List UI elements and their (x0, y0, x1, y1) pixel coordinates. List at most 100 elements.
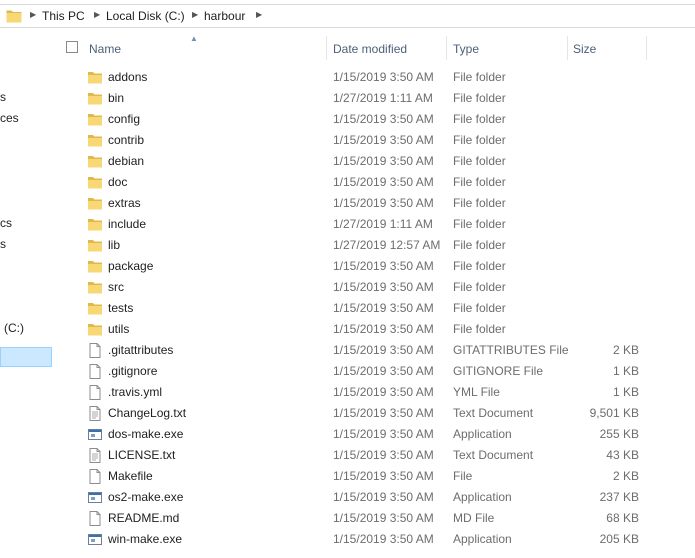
file-name: win-make.exe (108, 532, 183, 546)
file-type: File folder (453, 238, 506, 252)
file-date-modified: 1/15/2019 3:50 AM (333, 343, 434, 357)
folder-icon (87, 112, 103, 127)
file-type: File folder (453, 112, 506, 126)
file-name: debian (108, 154, 145, 168)
application-icon (87, 490, 103, 505)
column-divider[interactable] (646, 36, 647, 60)
file-row[interactable]: .travis.yml 1/15/2019 3:50 AM YML File 1 KB (54, 382, 695, 403)
file-row[interactable]: addons 1/15/2019 3:50 AM File folder (54, 67, 695, 88)
file-type: File folder (453, 133, 506, 147)
column-header-name[interactable]: Name (89, 42, 121, 66)
file-row[interactable]: win-make.exe 1/15/2019 3:50 AM Application… (54, 529, 695, 550)
folder-icon (87, 70, 103, 85)
file-size: 1 KB (612, 385, 639, 399)
column-divider[interactable] (326, 36, 327, 60)
file-name: README.md (108, 511, 180, 525)
file-date-modified: 1/27/2019 12:57 AM (333, 238, 441, 252)
folder-icon (87, 238, 103, 253)
file-date-modified: 1/15/2019 3:50 AM (333, 280, 434, 294)
breadcrumb-separator[interactable]: ▶ (30, 10, 36, 19)
file-row[interactable]: .gitattributes 1/15/2019 3:50 AM GITATTRIB… (54, 340, 695, 361)
file-row[interactable]: tests 1/15/2019 3:50 AM File folder (54, 298, 695, 319)
file-size: 237 KB (599, 490, 639, 504)
file-row[interactable]: include 1/27/2019 1:11 AM File folder (54, 214, 695, 235)
file-name: include (108, 217, 147, 231)
file-name: lib (108, 238, 121, 252)
file-name: .travis.yml (108, 385, 162, 399)
column-divider[interactable] (446, 36, 447, 60)
breadcrumb-harbour[interactable]: harbour (204, 9, 245, 23)
breadcrumb-this-pc[interactable]: This PC (42, 9, 85, 23)
file-row[interactable]: os2-make.exe 1/15/2019 3:50 AM Application… (54, 487, 695, 508)
file-row[interactable]: ChangeLog.txt 1/15/2019 3:50 AM Text Docum… (54, 403, 695, 424)
file-type: Text Document (453, 406, 534, 420)
file-date-modified: 1/15/2019 3:50 AM (333, 301, 434, 315)
file-name: Makefile (108, 469, 153, 483)
file-type: File folder (453, 175, 506, 189)
file-row[interactable]: Makefile 1/15/2019 3:50 AM File 2 KB (54, 466, 695, 487)
file-date-modified: 1/15/2019 3:50 AM (333, 322, 434, 336)
navigation-pane[interactable]: s ces cs s (C:) (0, 28, 52, 558)
file-name: .gitignore (108, 364, 158, 378)
breadcrumb-separator[interactable]: ▶ (94, 10, 100, 19)
folder-icon (87, 133, 103, 148)
file-row[interactable]: dos-make.exe 1/15/2019 3:50 AM Application… (54, 424, 695, 445)
file-size: 2 KB (612, 469, 639, 483)
file-size: 2 KB (612, 343, 639, 357)
column-header-date-modified[interactable]: Date modified (333, 42, 407, 66)
file-type: GITATTRIBUTES File (453, 343, 569, 357)
file-type: File folder (453, 217, 506, 231)
file-row[interactable]: utils 1/15/2019 3:50 AM File folder (54, 319, 695, 340)
select-all-checkbox[interactable] (66, 41, 78, 53)
file-row[interactable]: src 1/15/2019 3:50 AM File folder (54, 277, 695, 298)
address-bar[interactable]: ▶ This PC ▶ Local Disk (C:) ▶ harbour ▶ (0, 4, 695, 28)
file-name: doc (108, 175, 128, 189)
column-divider[interactable] (567, 36, 568, 60)
file-row[interactable]: LICENSE.txt 1/15/2019 3:50 AM Text Documen… (54, 445, 695, 466)
nav-item-local-disk[interactable]: (C:) (4, 321, 24, 335)
file-icon (87, 469, 103, 484)
file-size: 43 KB (606, 448, 639, 462)
file-date-modified: 1/15/2019 3:50 AM (333, 175, 434, 189)
file-row[interactable]: config 1/15/2019 3:50 AM File folder (54, 109, 695, 130)
nav-item[interactable]: ces (0, 111, 19, 125)
text-file-icon (87, 448, 103, 463)
file-row[interactable]: README.md 1/15/2019 3:50 AM MD File 68 KB (54, 508, 695, 529)
file-name: bin (108, 91, 125, 105)
file-row[interactable]: contrib 1/15/2019 3:50 AM File folder (54, 130, 695, 151)
folder-icon (87, 91, 103, 106)
file-row[interactable]: package 1/15/2019 3:50 AM File folder (54, 256, 695, 277)
file-date-modified: 1/15/2019 3:50 AM (333, 469, 434, 483)
file-name: src (108, 280, 124, 294)
file-date-modified: 1/15/2019 3:50 AM (333, 154, 434, 168)
file-type: Application (453, 427, 512, 441)
file-row[interactable]: lib 1/27/2019 12:57 AM File folder (54, 235, 695, 256)
file-size: 205 KB (599, 532, 639, 546)
column-header-size[interactable]: Size (573, 42, 596, 66)
file-icon (87, 511, 103, 526)
nav-item[interactable]: cs (0, 216, 12, 230)
column-header-type[interactable]: Type (453, 42, 479, 66)
file-name: extras (108, 196, 141, 210)
folder-icon (87, 217, 103, 232)
file-size: 68 KB (606, 511, 639, 525)
file-type: File folder (453, 154, 506, 168)
breadcrumb-separator[interactable]: ▶ (192, 10, 198, 19)
file-type: YML File (453, 385, 500, 399)
breadcrumb-local-disk[interactable]: Local Disk (C:) (106, 9, 185, 23)
nav-item[interactable]: s (0, 90, 6, 104)
file-row[interactable]: bin 1/27/2019 1:11 AM File folder (54, 88, 695, 109)
file-row[interactable]: extras 1/15/2019 3:50 AM File folder (54, 193, 695, 214)
file-date-modified: 1/15/2019 3:50 AM (333, 196, 434, 210)
file-type: Text Document (453, 448, 534, 462)
file-date-modified: 1/15/2019 3:50 AM (333, 385, 434, 399)
file-type: Application (453, 532, 512, 546)
file-date-modified: 1/15/2019 3:50 AM (333, 532, 434, 546)
file-row[interactable]: doc 1/15/2019 3:50 AM File folder (54, 172, 695, 193)
folder-icon (87, 280, 103, 295)
file-row[interactable]: .gitignore 1/15/2019 3:50 AM GITIGNORE Fil… (54, 361, 695, 382)
breadcrumb-separator[interactable]: ▶ (256, 10, 262, 19)
file-date-modified: 1/15/2019 3:50 AM (333, 490, 434, 504)
nav-item[interactable]: s (0, 237, 6, 251)
file-row[interactable]: debian 1/15/2019 3:50 AM File folder (54, 151, 695, 172)
